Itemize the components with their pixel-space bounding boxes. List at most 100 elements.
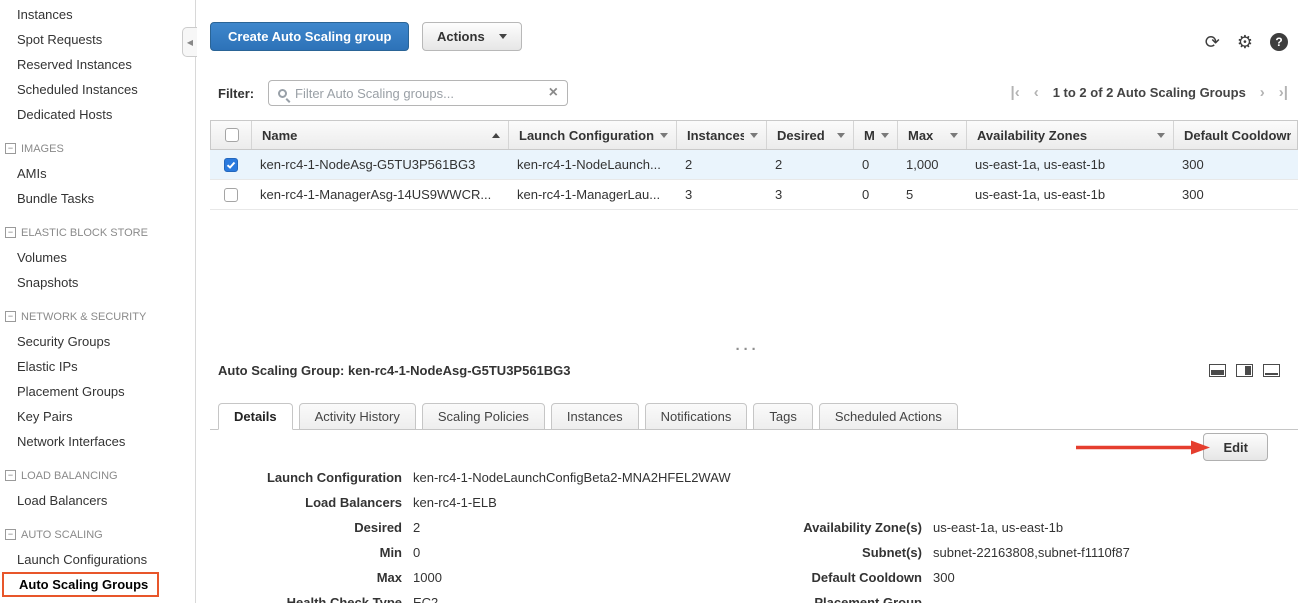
field-value: 1000 xyxy=(413,570,442,585)
collapse-section-icon: − xyxy=(5,143,16,154)
sidebar-section-images[interactable]: − IMAGES xyxy=(0,136,195,161)
sidebar-section-label: IMAGES xyxy=(21,143,64,155)
sidebar-item-security-groups[interactable]: Security Groups xyxy=(0,329,195,354)
field-value: us-east-1a, us-east-1b xyxy=(933,520,1063,535)
select-all-cell xyxy=(211,121,251,149)
sidebar-section-auto-scaling[interactable]: − AUTO SCALING xyxy=(0,522,195,547)
help-icon[interactable]: ? xyxy=(1270,33,1288,51)
column-header-max[interactable]: Max xyxy=(897,121,966,149)
gear-icon[interactable]: ⚙ xyxy=(1237,33,1253,51)
cell-desired: 2 xyxy=(765,157,852,172)
sidebar-section-network-security[interactable]: − NETWORK & SECURITY xyxy=(0,304,195,329)
sidebar-item-volumes[interactable]: Volumes xyxy=(0,245,195,270)
collapse-section-icon: − xyxy=(5,470,16,481)
tab-activity-history[interactable]: Activity History xyxy=(299,403,416,430)
sidebar-item-network-interfaces[interactable]: Network Interfaces xyxy=(0,429,195,454)
cell-name: ken-rc4-1-NodeAsg-G5TU3P561BG3 xyxy=(250,157,507,172)
field-value: EC2 xyxy=(413,595,438,603)
column-header-name[interactable]: Name xyxy=(251,121,508,149)
tab-scaling-policies[interactable]: Scaling Policies xyxy=(422,403,545,430)
table-row[interactable]: ken-rc4-1-ManagerAsg-14US9WWCR... ken-rc… xyxy=(210,180,1298,210)
cell-availability-zones: us-east-1a, us-east-1b xyxy=(965,157,1172,172)
sidebar-section-label: AUTO SCALING xyxy=(21,529,103,541)
sidebar-item-bundle-tasks[interactable]: Bundle Tasks xyxy=(0,186,195,211)
column-header-desired[interactable]: Desired xyxy=(766,121,853,149)
sidebar-item-reserved-instances[interactable]: Reserved Instances xyxy=(0,52,195,77)
filter-input[interactable] xyxy=(295,86,549,101)
first-page-icon[interactable]: |‹ xyxy=(1011,85,1020,100)
sidebar-item-amis[interactable]: AMIs xyxy=(0,161,195,186)
sidebar-item-placement-groups[interactable]: Placement Groups xyxy=(0,379,195,404)
collapse-section-icon: − xyxy=(5,227,16,238)
field-label: Subnet(s) xyxy=(640,545,922,560)
field-placement-group: Placement Group xyxy=(640,590,1130,603)
sidebar-item-elastic-ips[interactable]: Elastic IPs xyxy=(0,354,195,379)
column-header-instances[interactable]: Instances xyxy=(676,121,766,149)
sidebar-item-spot-requests[interactable]: Spot Requests xyxy=(0,27,195,52)
sidebar-item-scheduled-instances[interactable]: Scheduled Instances xyxy=(0,77,195,102)
tab-scheduled-actions[interactable]: Scheduled Actions xyxy=(819,403,958,430)
column-menu-icon[interactable] xyxy=(660,133,668,138)
tab-tags[interactable]: Tags xyxy=(753,403,812,430)
next-page-icon[interactable]: › xyxy=(1260,85,1265,100)
column-header-availability-zones[interactable]: Availability Zones xyxy=(966,121,1173,149)
column-menu-icon[interactable] xyxy=(837,133,845,138)
sidebar-item-launch-configurations[interactable]: Launch Configurations xyxy=(0,547,195,572)
caret-down-icon xyxy=(499,34,507,39)
sidebar-item-auto-scaling-groups[interactable]: Auto Scaling Groups xyxy=(2,572,159,597)
sidebar-item-instances[interactable]: Instances xyxy=(0,2,195,27)
tab-details[interactable]: Details xyxy=(218,403,293,430)
field-value: subnet-22163808,subnet-f1110f87 xyxy=(933,545,1130,560)
column-header-launch-configuration[interactable]: Launch Configuration xyxy=(508,121,676,149)
sidebar-item-snapshots[interactable]: Snapshots xyxy=(0,270,195,295)
field-label: Min xyxy=(218,545,402,560)
tab-notifications[interactable]: Notifications xyxy=(645,403,748,430)
column-header-default-cooldown[interactable]: Default Cooldown xyxy=(1173,121,1298,149)
column-menu-icon[interactable] xyxy=(750,133,758,138)
field-value: 0 xyxy=(413,545,420,560)
row-checkbox[interactable] xyxy=(224,158,238,172)
cell-default-cooldown: 300 xyxy=(1172,187,1298,202)
column-label: Min xyxy=(864,128,875,143)
splitter-grip-icon: ··· xyxy=(736,345,760,355)
select-all-checkbox[interactable] xyxy=(225,128,239,142)
sidebar-section-elastic-block-store[interactable]: − ELASTIC BLOCK STORE xyxy=(0,220,195,245)
prev-page-icon[interactable]: ‹ xyxy=(1034,85,1039,100)
collapse-section-icon: − xyxy=(5,529,16,540)
table-row[interactable]: ken-rc4-1-NodeAsg-G5TU3P561BG3 ken-rc4-1… xyxy=(210,150,1298,180)
column-menu-icon[interactable] xyxy=(881,133,889,138)
sidebar-item-dedicated-hosts[interactable]: Dedicated Hosts xyxy=(0,102,195,127)
collapse-section-icon: − xyxy=(5,311,16,322)
field-value: 300 xyxy=(933,570,955,585)
cell-launch-configuration: ken-rc4-1-NodeLaunch... xyxy=(507,157,675,172)
last-page-icon[interactable]: ›| xyxy=(1279,85,1288,100)
column-header-min[interactable]: Min xyxy=(853,121,897,149)
column-menu-icon[interactable] xyxy=(1157,133,1165,138)
auto-scaling-groups-table: Name Launch Configuration Instances Desi… xyxy=(210,120,1298,210)
sidebar-section-load-balancing[interactable]: − LOAD BALANCING xyxy=(0,463,195,488)
layout-bottom-pane-icon[interactable] xyxy=(1209,364,1226,377)
sidebar-nav: Instances Spot Requests Reserved Instanc… xyxy=(0,0,196,603)
layout-hide-pane-icon[interactable] xyxy=(1263,364,1280,377)
column-menu-icon[interactable] xyxy=(950,133,958,138)
field-availability-zones: Availability Zone(s) us-east-1a, us-east… xyxy=(640,515,1130,540)
row-checkbox[interactable] xyxy=(224,188,238,202)
tab-instances[interactable]: Instances xyxy=(551,403,639,430)
edit-button[interactable]: Edit xyxy=(1203,433,1268,461)
pane-layout-controls xyxy=(1209,364,1280,377)
search-icon xyxy=(278,89,287,98)
sidebar-item-key-pairs[interactable]: Key Pairs xyxy=(0,404,195,429)
sidebar-item-load-balancers[interactable]: Load Balancers xyxy=(0,488,195,513)
sidebar-collapse-handle[interactable]: ◀ xyxy=(182,27,197,57)
layout-side-pane-icon[interactable] xyxy=(1236,364,1253,377)
actions-button[interactable]: Actions xyxy=(422,22,522,51)
main-content: Create Auto Scaling group Actions ⟳ ⚙ ? … xyxy=(197,0,1298,603)
column-label: Max xyxy=(908,128,944,143)
filter-label: Filter: xyxy=(218,86,254,101)
field-default-cooldown: Default Cooldown 300 xyxy=(640,565,1130,590)
detail-fields-right: Availability Zone(s) us-east-1a, us-east… xyxy=(640,515,1130,603)
create-auto-scaling-group-button[interactable]: Create Auto Scaling group xyxy=(210,22,409,51)
refresh-icon[interactable]: ⟳ xyxy=(1205,33,1220,51)
pane-splitter[interactable]: ··· xyxy=(197,345,1298,355)
clear-filter-icon[interactable]: × xyxy=(549,85,558,101)
